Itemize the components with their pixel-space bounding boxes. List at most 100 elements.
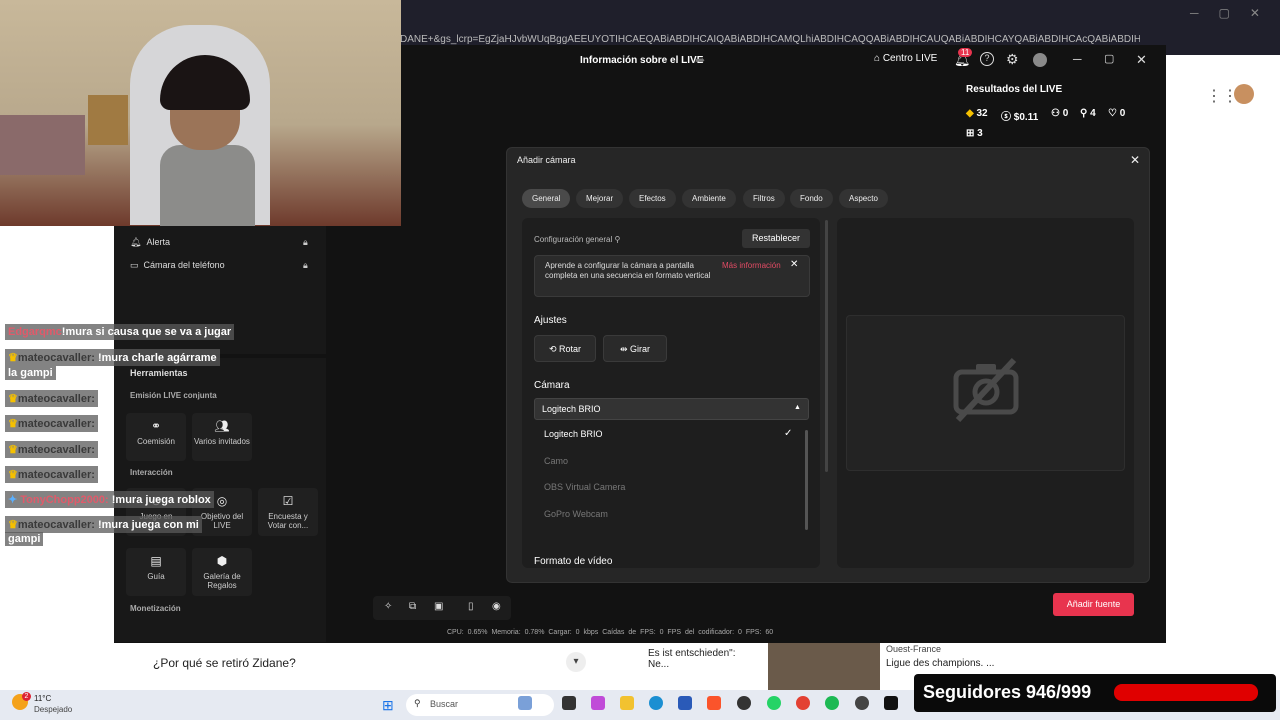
tip-text: Aprende a configurar la cámara a pantall… xyxy=(545,261,711,280)
close-icon[interactable]: ✕ xyxy=(790,259,798,270)
chat-message: ♛mateocavaller: !mura juega con mi xyxy=(5,516,202,533)
avatar[interactable] xyxy=(1234,84,1254,104)
news-card[interactable]: Es ist entschieden": Ne... xyxy=(640,642,765,690)
layout-icon[interactable]: ▣ xyxy=(434,601,443,612)
money-stat: ⓢ $0.11 xyxy=(1001,108,1038,123)
news-headline: Ligue des champions. ... xyxy=(886,658,995,669)
minimize-button[interactable]: ─ xyxy=(1073,52,1082,66)
chat-message: ♛mateocavaller: xyxy=(5,466,98,483)
crown-icon: ♛ xyxy=(8,469,18,481)
tab-ambiente[interactable]: Ambiente xyxy=(682,189,736,208)
help-icon[interactable]: ? xyxy=(980,52,994,66)
spotify-icon[interactable] xyxy=(825,696,839,710)
windows-start-icon[interactable]: ⊞ xyxy=(382,697,394,714)
tool-coemision[interactable]: ⚭ Coemisión xyxy=(126,413,186,461)
scene-icon[interactable]: ⧉ xyxy=(409,601,416,612)
phone-icon[interactable]: ▯ xyxy=(468,601,474,612)
add-source-button[interactable]: Añadir fuente xyxy=(1053,593,1134,616)
tab-general[interactable]: General xyxy=(522,189,571,208)
reset-button[interactable]: Restablecer xyxy=(742,229,810,248)
whatsapp-icon[interactable] xyxy=(767,696,781,710)
chrome-icon[interactable] xyxy=(796,696,810,710)
avatar[interactable] xyxy=(1033,53,1047,67)
source-item-alerta[interactable]: 🔔︎ Alerta xyxy=(130,237,170,248)
maximize-button[interactable]: ▢ xyxy=(1104,52,1114,65)
tool-guia[interactable]: ▤ Guía xyxy=(126,548,186,596)
tab-aspecto[interactable]: Aspecto xyxy=(839,189,888,208)
section-ajustes: Ajustes xyxy=(534,315,567,326)
magic-icon[interactable]: ✧ xyxy=(384,601,392,612)
dropdown-scrollbar[interactable] xyxy=(805,430,808,530)
taskbar-app-icon[interactable] xyxy=(591,696,605,710)
google-panel xyxy=(1165,56,1280,690)
news-image[interactable] xyxy=(768,642,880,690)
taskbar-app-icon[interactable] xyxy=(855,696,869,710)
tab-fondo[interactable]: Fondo xyxy=(790,189,833,208)
section-camara: Cámara xyxy=(534,380,570,391)
chat-text: !mura juega roblox xyxy=(111,494,211,506)
tool-galeria[interactable]: ⬢ Galería de Regalos xyxy=(192,548,252,596)
more-info-link[interactable]: Más información xyxy=(722,261,781,270)
flip-button[interactable]: ⇹ Girar xyxy=(603,335,667,362)
source-item-camara-telefono[interactable]: ▭ Cámara del teléfono xyxy=(130,260,225,271)
lock-icon: 🔒︎ xyxy=(303,237,308,247)
weather-temp[interactable]: 11°C xyxy=(34,694,51,703)
likes-value: 0 xyxy=(1119,108,1126,119)
camera-option[interactable]: Logitech BRIO xyxy=(544,429,603,439)
tab-mejorar[interactable]: Mejorar xyxy=(576,189,624,208)
camera-select[interactable]: Logitech BRIO xyxy=(534,398,809,420)
record-icon[interactable]: ◉ xyxy=(492,601,501,612)
tool-label: Varios invitados xyxy=(194,437,250,446)
folder-icon[interactable] xyxy=(620,696,634,710)
crown-icon: ♛ xyxy=(8,393,18,405)
chat-message: ♛mateocavaller: xyxy=(5,441,98,458)
chat-message: ♛mateocavaller: xyxy=(5,390,98,407)
new-followers-value: 4 xyxy=(1090,108,1096,119)
chat-text-cont: la gampi xyxy=(5,366,56,380)
camera-off-icon xyxy=(953,357,1019,423)
chevron-up-icon: ▲ xyxy=(794,404,801,411)
close-window-button[interactable]: ✕ xyxy=(1136,52,1147,68)
tool-encuesta[interactable]: ☑ Encuesta y Votar con... xyxy=(258,488,318,536)
tab-efectos[interactable]: Efectos xyxy=(629,189,676,208)
tool-label: Objetivo del LIVE xyxy=(200,512,244,530)
rotate-button[interactable]: ⟲ Rotar xyxy=(534,335,596,362)
status-bar: CPU: 0.65% Memoria: 0.78% Cargar: 0 kbps… xyxy=(447,629,774,636)
close-icon[interactable]: ✕ xyxy=(1130,153,1140,167)
apps-grid-icon[interactable]: ⋮⋮ xyxy=(1206,86,1238,106)
obs-icon[interactable] xyxy=(737,696,751,710)
weather-state[interactable]: Despejado xyxy=(34,705,72,714)
poll-icon: ☑ xyxy=(282,494,294,508)
centro-live-button[interactable]: ⌂ Centro LIVE xyxy=(874,53,937,64)
link-icon: ⚭ xyxy=(150,419,162,433)
browser-window-controls[interactable]: ─ ▢ ✕ xyxy=(1190,6,1260,20)
likes-stat: ♡ 0 xyxy=(1108,108,1125,119)
coin-icon: ⓢ xyxy=(1001,112,1011,123)
pane-scrollbar[interactable] xyxy=(825,220,828,472)
heart-icon: ♡ xyxy=(1108,108,1117,119)
tiktok-icon[interactable] xyxy=(884,696,898,710)
people-icon: ⚇ xyxy=(1051,108,1060,119)
gear-icon[interactable]: ⚙ xyxy=(1006,51,1019,68)
chevron-down-icon[interactable]: ▾ xyxy=(566,652,586,672)
chat-message: Edgarqmc!mura si causa que se va a jugar xyxy=(5,324,235,340)
camera-option[interactable]: Camo xyxy=(544,456,568,466)
page-title[interactable]: Información sobre el LIVE xyxy=(580,55,703,66)
camera-option[interactable]: OBS Virtual Camera xyxy=(544,482,625,492)
tab-filtros[interactable]: Filtros xyxy=(743,189,785,208)
flip-label: Girar xyxy=(630,344,651,354)
rotate-label: Rotar xyxy=(559,344,582,354)
rotate-icon: ⟲ xyxy=(548,344,557,354)
share-icon[interactable]: ➦ xyxy=(695,53,705,67)
store-icon[interactable] xyxy=(678,696,692,710)
camera-option[interactable]: GoPro Webcam xyxy=(544,509,608,519)
edge-icon[interactable] xyxy=(649,696,663,710)
related-question[interactable]: ¿Por qué se retiró Zidane? xyxy=(153,656,296,670)
brave-icon[interactable] xyxy=(707,696,721,710)
tool-varios-invitados[interactable]: 👥︎ Varios invitados xyxy=(192,413,252,461)
chat-username: TonyChopp2000: xyxy=(20,494,109,506)
viewers-stat: ⚇ 0 xyxy=(1051,108,1068,119)
tool-label: Encuesta y Votar con... xyxy=(267,512,309,530)
taskbar-app-icon[interactable] xyxy=(562,696,576,710)
taskbar-app-icon[interactable] xyxy=(518,696,532,710)
